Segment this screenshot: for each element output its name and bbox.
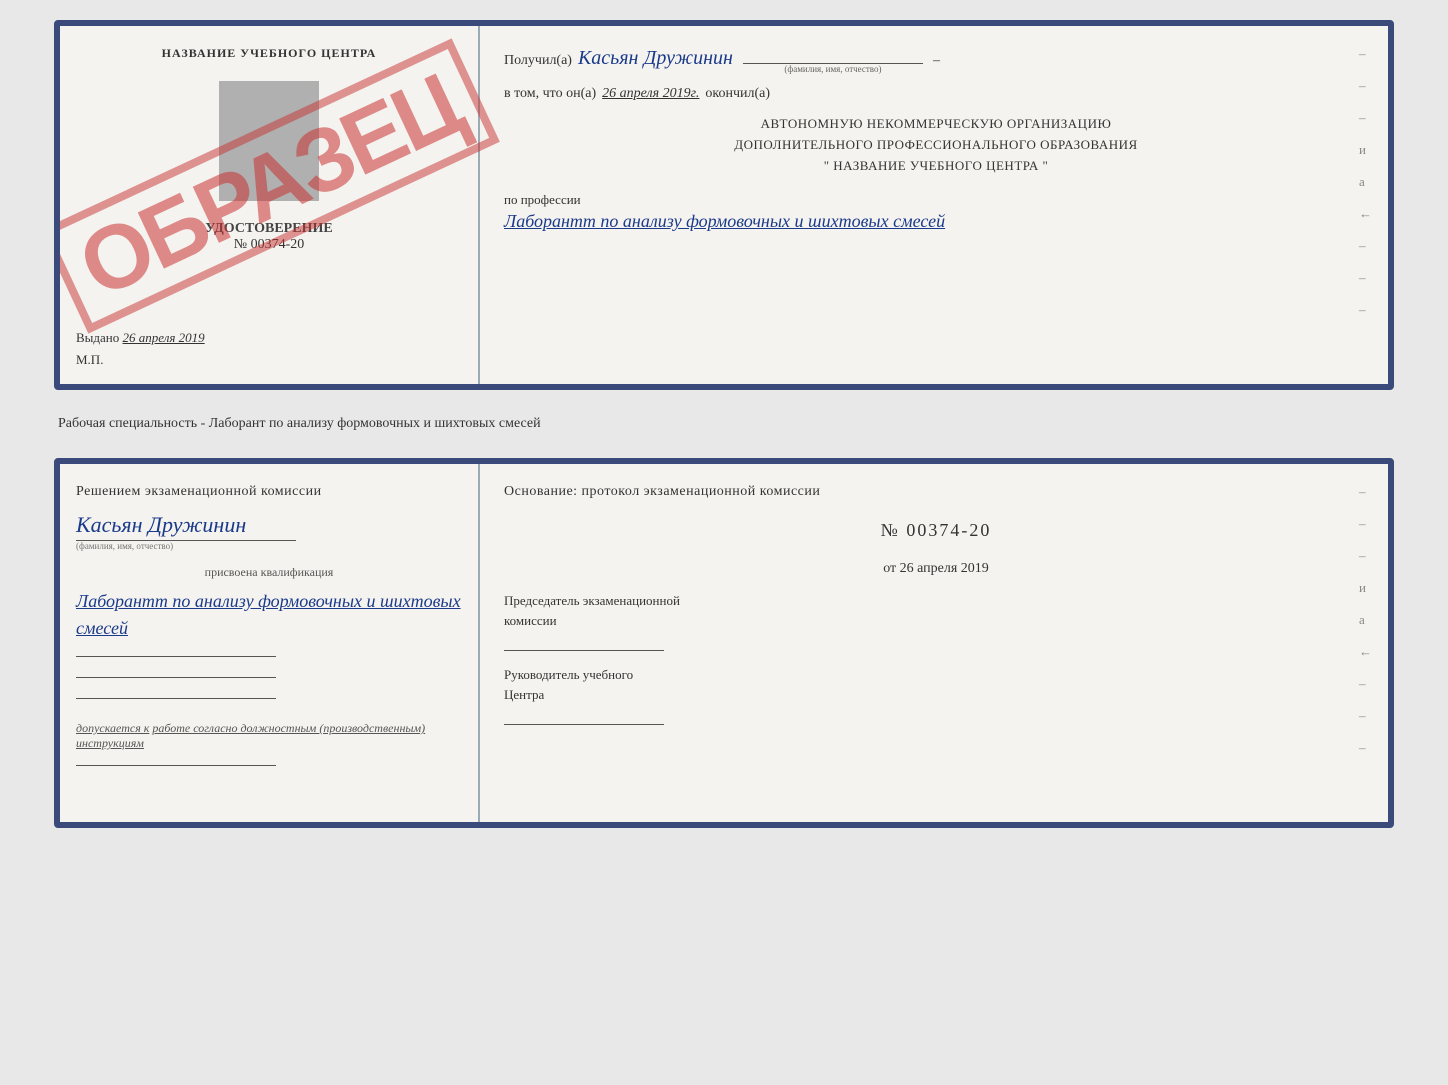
vline-i: и [1359, 142, 1372, 158]
org-line2: ДОПОЛНИТЕЛЬНОГО ПРОФЕССИОНАЛЬНОГО ОБРАЗО… [504, 135, 1368, 156]
cert-label: УДОСТОВЕРЕНИЕ [76, 221, 462, 237]
profession-block: по профессии Лаборантт по анализу формов… [504, 192, 1368, 235]
vline-5: – [1359, 270, 1372, 286]
person-name: Касьян Дружинин [76, 512, 246, 537]
ot-label: от [883, 561, 896, 576]
fio-block: (фамилия, имя, отчество) [743, 63, 923, 74]
osnovanie-title: Основание: протокол экзаменационной коми… [504, 484, 1368, 500]
b-vline-3: – [1359, 548, 1372, 564]
poluchil-label: Получил(а) [504, 53, 572, 69]
dopuskaetsya-label: допускается к [76, 721, 149, 735]
vtom-line: в том, что он(а) 26 апреля 2019г. окончи… [504, 86, 1368, 102]
signature-line-4 [76, 765, 276, 766]
completion-date: 26 апреля 2019г. [602, 86, 699, 102]
fio-label: (фамилия, имя, отчество) [784, 64, 881, 74]
signature-line-2 [76, 677, 276, 678]
bottom-right-decorative-lines: – – – и а ← – – – [1359, 484, 1372, 756]
b-vline-1: – [1359, 484, 1372, 500]
vline-3: – [1359, 110, 1372, 126]
bottom-doc-right-panel: Основание: протокол экзаменационной коми… [480, 464, 1388, 822]
b-vline-i: и [1359, 580, 1372, 596]
b-vline-arrow: ← [1359, 644, 1372, 660]
org-block: АВТОНОМНУЮ НЕКОММЕРЧЕСКУЮ ОРГАНИЗАЦИЮ ДО… [504, 114, 1368, 176]
predsedatel-line1: Председатель экзаменационной [504, 591, 1368, 611]
kvali-name: Лаборантт по анализу формовочных и шихто… [76, 588, 462, 642]
kvali-label: присвоена квалификация [76, 565, 462, 580]
b-vline-a: а [1359, 612, 1372, 628]
ot-date-value: 26 апреля 2019 [900, 561, 989, 576]
vline-6: – [1359, 302, 1372, 318]
vline-4: – [1359, 238, 1372, 254]
bottom-fio-label: (фамилия, имя, отчество) [76, 541, 462, 551]
documents-container: НАЗВАНИЕ УЧЕБНОГО ЦЕНТРА УДОСТОВЕРЕНИЕ №… [54, 20, 1394, 828]
b-vline-5: – [1359, 708, 1372, 724]
org-line1: АВТОНОМНУЮ НЕКОММЕРЧЕСКУЮ ОРГАНИЗАЦИЮ [504, 114, 1368, 135]
decision-text: Решением экзаменационной комиссии [76, 484, 462, 500]
profession-name: Лаборантт по анализу формовочных и шихто… [504, 208, 1368, 235]
vline-arrow: ← [1359, 206, 1372, 222]
top-document-card: НАЗВАНИЕ УЧЕБНОГО ЦЕНТРА УДОСТОВЕРЕНИЕ №… [54, 20, 1394, 390]
b-vline-2: – [1359, 516, 1372, 532]
top-doc-title: НАЗВАНИЕ УЧЕБНОГО ЦЕНТРА [76, 46, 462, 61]
person-name-block: Касьян Дружинин (фамилия, имя, отчество) [76, 512, 462, 551]
vline-1: – [1359, 46, 1372, 62]
recipient-name: Касьян Дружинин [578, 46, 733, 70]
okonchil-label: окончил(а) [705, 86, 770, 102]
vtom-label: в том, что он(а) [504, 86, 596, 102]
rukovoditel-line1: Руководитель учебного [504, 665, 1368, 685]
profession-label: по профессии [504, 192, 1368, 208]
b-vline-4: – [1359, 676, 1372, 692]
signature-line-1 [76, 656, 276, 657]
vydano-line: Выдано 26 апреля 2019 [76, 330, 462, 346]
protocol-number: № 00374-20 [504, 520, 1368, 541]
bottom-doc-left-panel: Решением экзаменационной комиссии Касьян… [60, 464, 480, 822]
dopuskaetsya-text: допускается к работе согласно должностны… [76, 721, 462, 751]
poluchil-line: Получил(а) Касьян Дружинин (фамилия, имя… [504, 46, 1368, 74]
predsedatel-block: Председатель экзаменационной комиссии [504, 591, 1368, 651]
cert-number: № 00374-20 [76, 237, 462, 253]
predsedatel-line2: комиссии [504, 611, 1368, 631]
ot-date-block: от 26 апреля 2019 [504, 561, 1368, 577]
vline-a: а [1359, 174, 1372, 190]
vline-2: – [1359, 78, 1372, 94]
org-name: " НАЗВАНИЕ УЧЕБНОГО ЦЕНТРА " [504, 156, 1368, 177]
vydano-label: Выдано [76, 330, 119, 345]
right-decorative-lines: – – – и а ← – – – [1359, 46, 1372, 318]
rukovoditel-block: Руководитель учебного Центра [504, 665, 1368, 725]
dash-separator: – [933, 53, 940, 69]
bottom-document-card: Решением экзаменационной комиссии Касьян… [54, 458, 1394, 828]
signature-line-3 [76, 698, 276, 699]
top-doc-left-panel: НАЗВАНИЕ УЧЕБНОГО ЦЕНТРА УДОСТОВЕРЕНИЕ №… [60, 26, 480, 384]
separator-text: Рабочая специальность - Лаборант по анал… [58, 408, 1394, 440]
b-vline-6: – [1359, 740, 1372, 756]
mp-line: М.П. [76, 352, 462, 368]
vydano-date: 26 апреля 2019 [123, 330, 205, 345]
top-doc-right-panel: Получил(а) Касьян Дружинин (фамилия, имя… [480, 26, 1388, 384]
photo-placeholder [219, 81, 319, 201]
rukovoditel-line2: Центра [504, 685, 1368, 705]
